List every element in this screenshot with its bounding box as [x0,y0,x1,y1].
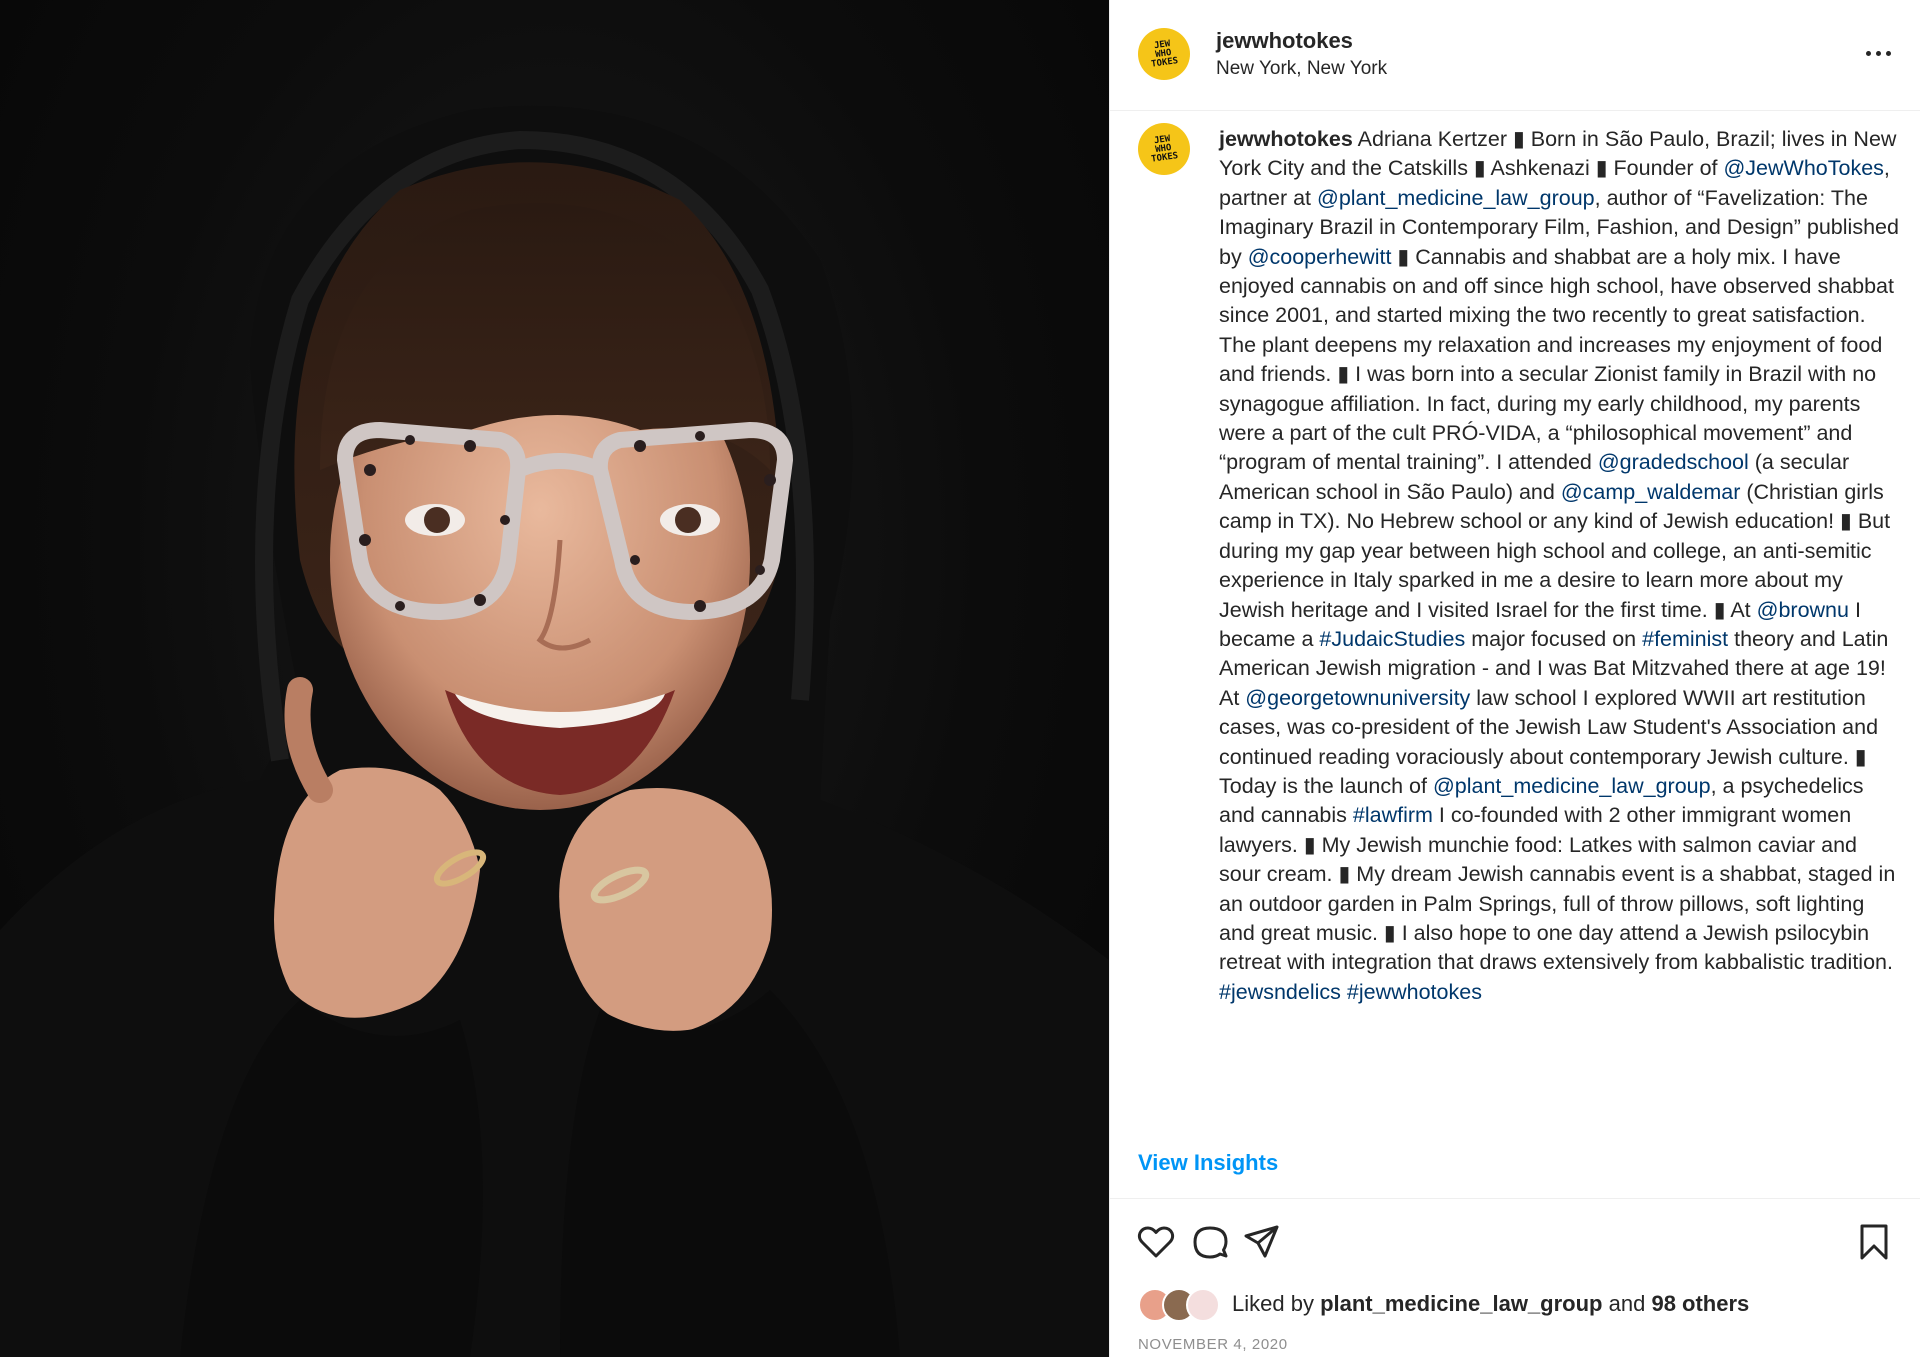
likes-summary: Liked by plant_medicine_law_group and 98… [1138,1287,1749,1322]
caption-username[interactable]: jewwhotokes [1219,127,1353,151]
hashtag-link[interactable]: #jewsndelics [1219,980,1341,1004]
post-photo[interactable] [0,0,1109,1357]
mention-link[interactable]: @gradedschool [1598,450,1749,474]
mention-link[interactable]: @brownu [1757,598,1849,622]
likes-and-label: and [1608,1291,1646,1316]
likes-others-link[interactable]: 98 others [1651,1291,1749,1317]
divider [1110,1198,1920,1199]
hashtag-link[interactable]: #lawfirm [1353,803,1433,827]
post-date[interactable]: NOVEMBER 4, 2020 [1138,1336,1288,1353]
heart-icon[interactable] [1136,1222,1176,1262]
location-link[interactable]: New York, New York [1216,58,1387,80]
caption-text: major focused on [1465,626,1643,651]
mention-link[interactable]: @JewWhoTokes [1723,156,1883,180]
hashtag-link[interactable]: #feminist [1642,627,1728,651]
instagram-post: JEW WHO TOKES jewwhotokes New York, New … [0,0,1920,1357]
mention-link[interactable]: @plant_medicine_law_group [1317,186,1595,210]
liked-by-label: Liked by [1232,1291,1314,1316]
caption-body: Adriana Kertzer ▮ Born in São Paulo, Bra… [1219,127,1905,1004]
post-sidebar: JEW WHO TOKES jewwhotokes New York, New … [1109,0,1920,1357]
avatar[interactable]: JEW WHO TOKES [1138,28,1190,80]
liker-avatars[interactable] [1138,1288,1224,1322]
mention-link[interactable]: @plant_medicine_law_group [1433,774,1711,798]
caption-text: I co-founded with 2 other immigrant wome… [1219,803,1902,975]
brand-logo: JEW WHO TOKES [1151,38,1180,70]
brand-logo: JEW WHO TOKES [1151,133,1180,165]
action-bar [1110,1222,1920,1262]
mention-link[interactable]: @georgetownuniversity [1245,686,1470,710]
mention-link[interactable]: @camp_waldemar [1561,480,1741,504]
hashtag-link[interactable]: #JudaicStudies [1319,627,1465,651]
avatar [1186,1288,1220,1322]
post-header: JEW WHO TOKES jewwhotokes New York, New … [1110,0,1920,111]
username-link[interactable]: jewwhotokes [1216,28,1353,54]
comment-icon[interactable] [1190,1222,1230,1262]
mention-link[interactable]: @cooperhewitt [1248,245,1392,269]
share-icon[interactable] [1242,1222,1282,1262]
portrait-illustration [0,105,1109,1357]
ellipsis-horizontal-icon[interactable] [1860,38,1896,68]
post-caption: jewwhotokes Adriana Kertzer ▮ Born in Sã… [1219,125,1899,1007]
caption-text: ▮ Cannabis and shabbat are a holy mix. I… [1219,244,1900,475]
hashtag-link[interactable]: #jewwhotokes [1347,980,1482,1004]
liker-username-link[interactable]: plant_medicine_law_group [1320,1291,1602,1317]
view-insights-link[interactable]: View Insights [1138,1150,1278,1176]
avatar[interactable]: JEW WHO TOKES [1138,123,1190,175]
bookmark-icon[interactable] [1854,1222,1894,1262]
